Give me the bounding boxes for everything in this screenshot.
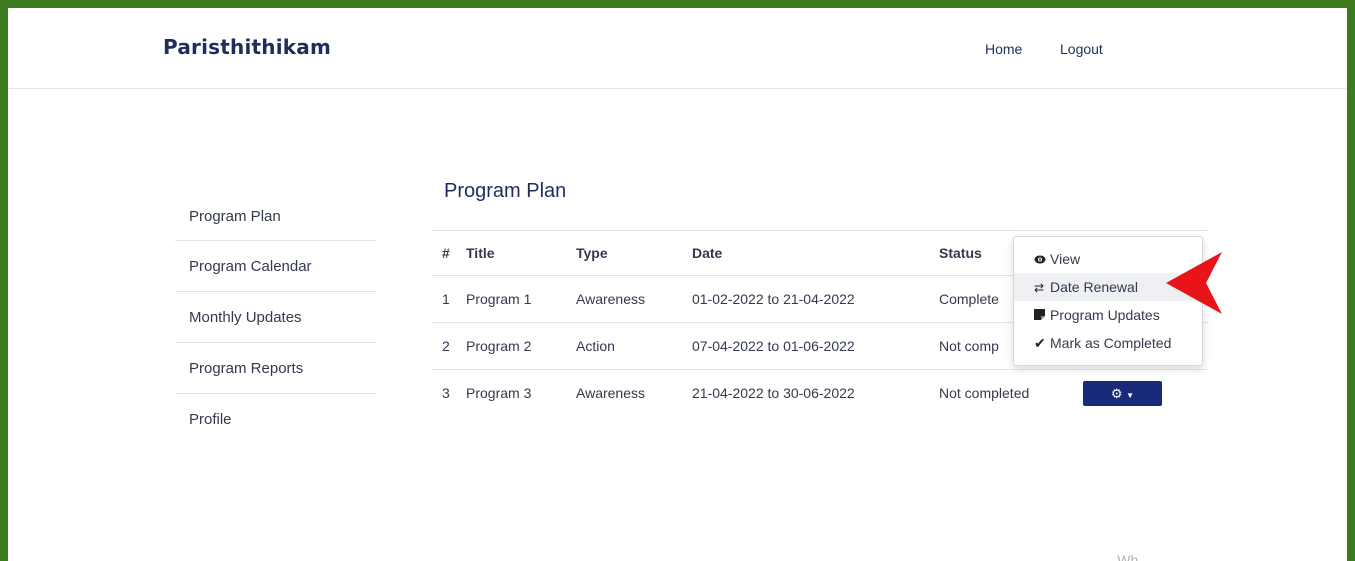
cell-title: Program 1: [466, 275, 576, 323]
row-actions-button[interactable]: ⚙ ▼: [1083, 380, 1162, 406]
cell-number: 1: [431, 275, 466, 323]
gear-icon: ⚙: [1110, 385, 1123, 401]
cell-type: Awareness: [576, 275, 692, 323]
cell-status: Not completed: [939, 385, 1030, 401]
sidebar-item-program-plan[interactable]: Program Plan: [175, 192, 376, 241]
nav-logout-link[interactable]: Logout: [1060, 41, 1103, 57]
nav-home-link[interactable]: Home: [985, 41, 1022, 57]
arrows-exchange-icon: ⇄: [1034, 281, 1045, 295]
eye-icon: [1034, 246, 1050, 274]
sidebar-item-program-reports[interactable]: Program Reports: [175, 343, 376, 394]
dropdown-item-label: Date Renewal: [1050, 279, 1138, 295]
footer-partial-text: ... ...Wh...: [1090, 552, 1150, 561]
column-header-title: Title: [466, 230, 576, 276]
cell-date: 01-02-2022 to 21-04-2022: [692, 275, 939, 323]
table-row: 3 Program 3 Awareness 21-04-2022 to 30-0…: [431, 370, 1208, 417]
sidebar-item-program-calendar[interactable]: Program Calendar: [175, 241, 376, 292]
sidebar-item-profile[interactable]: Profile: [175, 394, 376, 445]
dropdown-item-mark-completed[interactable]: ✔ Mark as Completed: [1014, 329, 1202, 357]
cell-type: Action: [576, 322, 692, 370]
cell-date: 07-04-2022 to 01-06-2022: [692, 322, 939, 370]
cell-actions: ⚙ ▼: [1079, 370, 1208, 417]
cell-type: Awareness: [576, 385, 646, 401]
note-icon: [1034, 302, 1050, 330]
sidebar-item-monthly-updates[interactable]: Monthly Updates: [175, 292, 376, 343]
navbar: Paristhithikam Home Logout: [8, 8, 1347, 89]
column-header-date: Date: [692, 230, 939, 276]
cell-number: 2: [431, 322, 466, 370]
red-pointer-arrow-icon: [1166, 252, 1222, 314]
app-window: Paristhithikam Home Logout Program Plan …: [8, 8, 1347, 561]
column-header-type: Type: [576, 230, 692, 276]
cell-number: 3: [442, 385, 450, 401]
check-icon: ✔: [1034, 335, 1046, 351]
cell-title: Program 3: [466, 385, 532, 401]
cell-date: 21-04-2022 to 30-06-2022: [692, 385, 855, 401]
sidebar: Program Plan Program Calendar Monthly Up…: [175, 192, 376, 445]
page-title: Program Plan: [444, 180, 567, 202]
dropdown-item-label: View: [1050, 251, 1081, 267]
cell-title: Program 2: [466, 322, 576, 370]
caret-down-icon: ▼: [1126, 390, 1135, 400]
column-header-number: #: [431, 230, 466, 276]
dropdown-item-label: Program Updates: [1050, 307, 1160, 323]
dropdown-item-label: Mark as Completed: [1050, 335, 1172, 351]
brand-logo[interactable]: Paristhithikam: [163, 35, 331, 59]
